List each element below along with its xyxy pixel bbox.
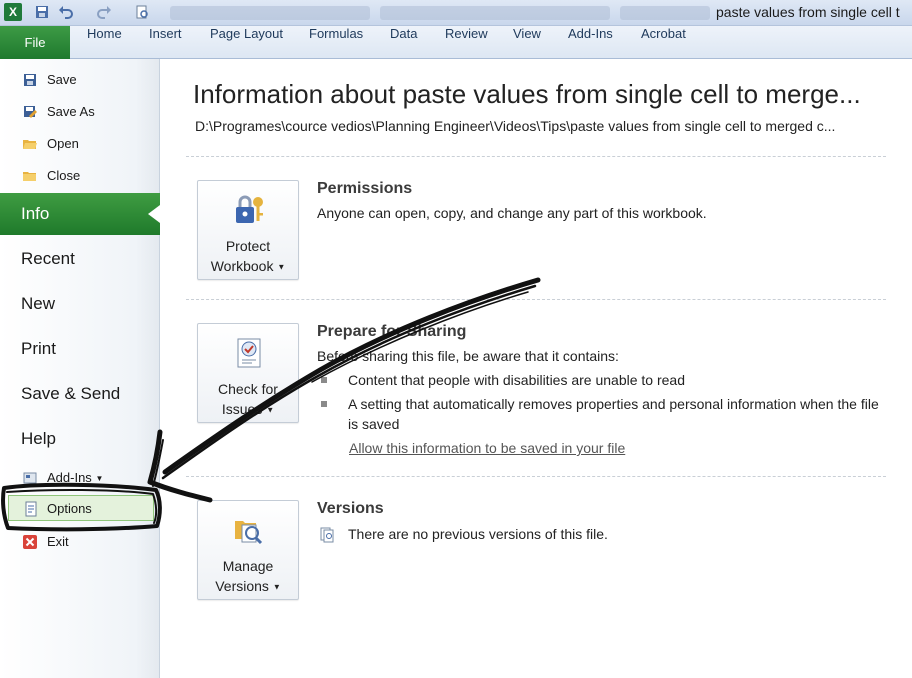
nav-add-ins-label: Add-Ins ▼ — [47, 470, 104, 485]
bullet-icon — [321, 401, 327, 407]
nav-help-label: Help — [21, 429, 56, 448]
nav-close-label: Close — [47, 168, 81, 183]
nav-recent[interactable]: Recent — [0, 238, 160, 280]
nav-options[interactable]: Options — [8, 495, 154, 521]
nav-save-send-label: Save & Send — [21, 384, 121, 403]
tab-file[interactable]: File — [0, 26, 70, 59]
print-preview-icon[interactable] — [134, 4, 150, 20]
nav-options-label: Options — [47, 501, 92, 516]
prepare-for-sharing-intro: Before sharing this file, be aware that … — [317, 348, 619, 364]
nav-info[interactable]: Info — [0, 193, 160, 235]
nav-save-as-label: Save As — [47, 104, 95, 119]
bullet-icon — [321, 377, 327, 383]
divider — [186, 299, 886, 300]
chevron-down-icon: ▼ — [266, 405, 275, 415]
versions-icon — [232, 513, 266, 547]
ribbon-tab-bar: File Home Insert Page Layout Formulas Da… — [0, 26, 912, 59]
nav-save[interactable]: Save — [0, 67, 160, 93]
tab-formulas[interactable]: Formulas — [309, 26, 363, 59]
nav-help[interactable]: Help — [0, 418, 160, 460]
prepare-for-sharing-title: Prepare for Sharing — [317, 323, 467, 340]
exit-icon — [22, 534, 38, 550]
tab-acrobat[interactable]: Acrobat — [641, 26, 686, 59]
blurred-title-region — [380, 6, 610, 20]
check-for-issues-label: Check for Issues ▼ — [218, 381, 278, 417]
sharing-issue-item: Content that people with disabilities ar… — [348, 372, 685, 388]
excel-app-icon[interactable]: X — [4, 3, 22, 21]
nav-new[interactable]: New — [0, 283, 160, 325]
nav-save-as[interactable]: Save As — [0, 99, 160, 125]
nav-new-label: New — [21, 294, 56, 313]
permissions-text: Anyone can open, copy, and change any pa… — [317, 205, 707, 221]
tab-view[interactable]: View — [513, 26, 541, 59]
nav-save-send[interactable]: Save & Send — [0, 373, 160, 415]
nav-print-label: Print — [21, 339, 56, 358]
nav-close[interactable]: Close — [0, 163, 160, 189]
tab-review[interactable]: Review — [445, 26, 488, 59]
nav-open[interactable]: Open — [0, 131, 160, 157]
chevron-down-icon: ▼ — [272, 582, 281, 592]
tab-data[interactable]: Data — [390, 26, 417, 59]
tab-add-ins[interactable]: Add-Ins — [568, 26, 613, 59]
window-title: paste values from single cell t — [716, 4, 900, 20]
chevron-down-icon: ▼ — [277, 262, 286, 272]
options-icon — [23, 501, 39, 517]
manage-versions-button[interactable]: Manage Versions ▼ — [197, 500, 299, 600]
page-title: Information about paste values from sing… — [193, 79, 861, 109]
chevron-down-icon: ▼ — [95, 474, 104, 484]
title-bar: X paste values from single cell t — [0, 0, 912, 26]
folder-close-icon — [22, 168, 38, 184]
tab-page-layout[interactable]: Page Layout — [210, 26, 283, 59]
add-ins-icon — [22, 470, 38, 486]
nav-recent-label: Recent — [21, 249, 75, 268]
folder-open-icon — [22, 136, 38, 152]
divider — [186, 476, 886, 477]
lock-key-icon — [232, 193, 266, 227]
blurred-title-region — [620, 6, 710, 20]
tab-insert[interactable]: Insert — [149, 26, 182, 59]
nav-info-label: Info — [21, 204, 50, 223]
file-path: D:\Programes\cource vedios\Planning Engi… — [195, 118, 836, 134]
versions-title: Versions — [317, 500, 384, 517]
nav-add-ins[interactable]: Add-Ins ▼ — [0, 465, 160, 491]
checklist-icon — [232, 336, 266, 370]
sharing-issue-item: A setting that automatically removes pro… — [348, 396, 879, 432]
nav-exit[interactable]: Exit — [0, 529, 160, 555]
nav-exit-label: Exit — [47, 534, 69, 549]
save-as-icon — [22, 104, 38, 120]
allow-info-saved-link[interactable]: Allow this information to be saved in yo… — [349, 440, 625, 456]
nav-save-label: Save — [47, 72, 77, 87]
redo-icon[interactable] — [96, 4, 112, 20]
undo-icon[interactable] — [58, 4, 74, 20]
divider — [186, 156, 886, 157]
info-pane: Information about paste values from sing… — [161, 59, 912, 678]
versions-text: There are no previous versions of this f… — [348, 526, 608, 542]
protect-workbook-button[interactable]: Protect Workbook ▼ — [197, 180, 299, 280]
check-for-issues-button[interactable]: Check for Issues ▼ — [197, 323, 299, 423]
permissions-title: Permissions — [317, 180, 413, 197]
document-versions-icon — [319, 527, 335, 543]
save-icon — [22, 72, 38, 88]
backstage-nav: Save Save As Open Close Info Recent New … — [0, 59, 160, 678]
nav-open-label: Open — [47, 136, 79, 151]
tab-home[interactable]: Home — [87, 26, 122, 59]
manage-versions-label: Manage Versions ▼ — [215, 558, 281, 594]
blurred-title-region — [170, 6, 370, 20]
protect-workbook-label: Protect Workbook ▼ — [210, 238, 286, 274]
nav-print[interactable]: Print — [0, 328, 160, 370]
save-icon[interactable] — [34, 4, 50, 20]
